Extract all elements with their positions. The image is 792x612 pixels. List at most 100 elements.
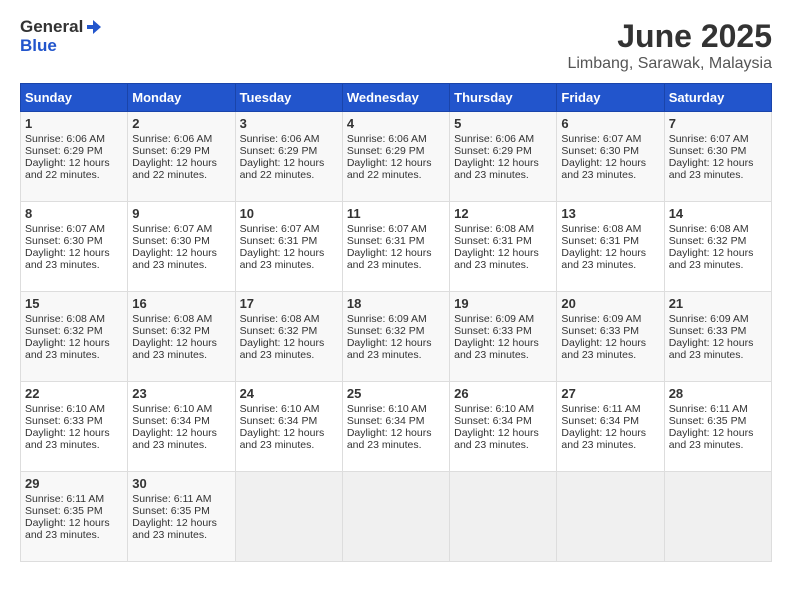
sunrise-text: Sunrise: 6:10 AM	[347, 403, 427, 415]
daylight-minutes: and 23 minutes.	[25, 439, 100, 451]
day-number: 23	[132, 386, 230, 401]
day-number: 9	[132, 206, 230, 221]
sunset-text: Sunset: 6:31 PM	[561, 235, 639, 247]
daylight-minutes: and 23 minutes.	[669, 349, 744, 361]
daylight-minutes: and 23 minutes.	[454, 349, 529, 361]
day-number: 25	[347, 386, 445, 401]
daylight-minutes: and 23 minutes.	[347, 439, 422, 451]
sunset-text: Sunset: 6:34 PM	[454, 415, 532, 427]
sunset-text: Sunset: 6:33 PM	[561, 325, 639, 337]
daylight-label: Daylight: 12 hours	[347, 337, 432, 349]
day-number: 30	[132, 476, 230, 491]
sunrise-text: Sunrise: 6:11 AM	[25, 493, 104, 505]
calendar-table: Sunday Monday Tuesday Wednesday Thursday…	[20, 83, 772, 562]
calendar-cell: 10 Sunrise: 6:07 AM Sunset: 6:31 PM Dayl…	[235, 202, 342, 292]
daylight-minutes: and 23 minutes.	[240, 439, 315, 451]
sunset-text: Sunset: 6:32 PM	[240, 325, 318, 337]
sunrise-text: Sunrise: 6:07 AM	[240, 223, 320, 235]
day-number: 24	[240, 386, 338, 401]
day-number: 15	[25, 296, 123, 311]
daylight-label: Daylight: 12 hours	[25, 337, 110, 349]
calendar-cell: 23 Sunrise: 6:10 AM Sunset: 6:34 PM Dayl…	[128, 382, 235, 472]
calendar-cell: 11 Sunrise: 6:07 AM Sunset: 6:31 PM Dayl…	[342, 202, 449, 292]
daylight-label: Daylight: 12 hours	[240, 157, 325, 169]
calendar-cell: 30 Sunrise: 6:11 AM Sunset: 6:35 PM Dayl…	[128, 472, 235, 562]
day-number: 14	[669, 206, 767, 221]
sunrise-text: Sunrise: 6:09 AM	[454, 313, 534, 325]
daylight-label: Daylight: 12 hours	[240, 427, 325, 439]
day-number: 16	[132, 296, 230, 311]
day-number: 17	[240, 296, 338, 311]
sunrise-text: Sunrise: 6:07 AM	[561, 133, 641, 145]
daylight-label: Daylight: 12 hours	[669, 337, 754, 349]
daylight-minutes: and 22 minutes.	[240, 169, 315, 181]
daylight-label: Daylight: 12 hours	[347, 247, 432, 259]
day-number: 4	[347, 116, 445, 131]
calendar-cell: 4 Sunrise: 6:06 AM Sunset: 6:29 PM Dayli…	[342, 112, 449, 202]
calendar-row: 15 Sunrise: 6:08 AM Sunset: 6:32 PM Dayl…	[21, 292, 772, 382]
daylight-minutes: and 23 minutes.	[132, 439, 207, 451]
calendar-cell: 26 Sunrise: 6:10 AM Sunset: 6:34 PM Dayl…	[450, 382, 557, 472]
calendar-cell: 12 Sunrise: 6:08 AM Sunset: 6:31 PM Dayl…	[450, 202, 557, 292]
day-number: 6	[561, 116, 659, 131]
header-row: Sunday Monday Tuesday Wednesday Thursday…	[21, 84, 772, 112]
daylight-label: Daylight: 12 hours	[561, 157, 646, 169]
daylight-label: Daylight: 12 hours	[25, 247, 110, 259]
sunrise-text: Sunrise: 6:09 AM	[669, 313, 749, 325]
calendar-cell: 24 Sunrise: 6:10 AM Sunset: 6:34 PM Dayl…	[235, 382, 342, 472]
sunrise-text: Sunrise: 6:10 AM	[240, 403, 320, 415]
calendar-cell: 20 Sunrise: 6:09 AM Sunset: 6:33 PM Dayl…	[557, 292, 664, 382]
daylight-minutes: and 23 minutes.	[25, 529, 100, 541]
daylight-label: Daylight: 12 hours	[454, 157, 539, 169]
sunset-text: Sunset: 6:35 PM	[132, 505, 210, 517]
sunrise-text: Sunrise: 6:11 AM	[561, 403, 640, 415]
sunset-text: Sunset: 6:32 PM	[132, 325, 210, 337]
col-thursday: Thursday	[450, 84, 557, 112]
day-number: 20	[561, 296, 659, 311]
sunrise-text: Sunrise: 6:08 AM	[132, 313, 212, 325]
calendar-cell: 18 Sunrise: 6:09 AM Sunset: 6:32 PM Dayl…	[342, 292, 449, 382]
daylight-label: Daylight: 12 hours	[25, 517, 110, 529]
main-title: June 2025	[567, 18, 772, 55]
sunrise-text: Sunrise: 6:08 AM	[669, 223, 749, 235]
sunset-text: Sunset: 6:33 PM	[25, 415, 103, 427]
calendar-cell: 7 Sunrise: 6:07 AM Sunset: 6:30 PM Dayli…	[664, 112, 771, 202]
day-number: 7	[669, 116, 767, 131]
daylight-label: Daylight: 12 hours	[454, 427, 539, 439]
daylight-minutes: and 23 minutes.	[240, 349, 315, 361]
day-number: 19	[454, 296, 552, 311]
sunrise-text: Sunrise: 6:06 AM	[25, 133, 105, 145]
daylight-label: Daylight: 12 hours	[454, 337, 539, 349]
col-saturday: Saturday	[664, 84, 771, 112]
daylight-minutes: and 23 minutes.	[454, 439, 529, 451]
sunrise-text: Sunrise: 6:07 AM	[347, 223, 427, 235]
sunrise-text: Sunrise: 6:06 AM	[347, 133, 427, 145]
sunrise-text: Sunrise: 6:06 AM	[454, 133, 534, 145]
daylight-label: Daylight: 12 hours	[132, 517, 217, 529]
daylight-minutes: and 23 minutes.	[454, 169, 529, 181]
daylight-label: Daylight: 12 hours	[132, 427, 217, 439]
day-number: 3	[240, 116, 338, 131]
sunrise-text: Sunrise: 6:08 AM	[561, 223, 641, 235]
sunset-text: Sunset: 6:33 PM	[454, 325, 532, 337]
daylight-minutes: and 23 minutes.	[669, 259, 744, 271]
title-area: June 2025 Limbang, Sarawak, Malaysia	[567, 18, 772, 73]
calendar-cell: 6 Sunrise: 6:07 AM Sunset: 6:30 PM Dayli…	[557, 112, 664, 202]
daylight-label: Daylight: 12 hours	[132, 247, 217, 259]
daylight-minutes: and 23 minutes.	[669, 439, 744, 451]
subtitle: Limbang, Sarawak, Malaysia	[567, 55, 772, 73]
calendar-cell: 19 Sunrise: 6:09 AM Sunset: 6:33 PM Dayl…	[450, 292, 557, 382]
daylight-minutes: and 23 minutes.	[561, 439, 636, 451]
day-number: 13	[561, 206, 659, 221]
sunset-text: Sunset: 6:29 PM	[25, 145, 103, 157]
calendar-row: 29 Sunrise: 6:11 AM Sunset: 6:35 PM Dayl…	[21, 472, 772, 562]
sunset-text: Sunset: 6:33 PM	[669, 325, 747, 337]
daylight-minutes: and 23 minutes.	[132, 349, 207, 361]
calendar-row: 8 Sunrise: 6:07 AM Sunset: 6:30 PM Dayli…	[21, 202, 772, 292]
calendar-cell: 29 Sunrise: 6:11 AM Sunset: 6:35 PM Dayl…	[21, 472, 128, 562]
daylight-minutes: and 23 minutes.	[132, 259, 207, 271]
calendar-cell: 27 Sunrise: 6:11 AM Sunset: 6:34 PM Dayl…	[557, 382, 664, 472]
day-number: 22	[25, 386, 123, 401]
day-number: 26	[454, 386, 552, 401]
daylight-minutes: and 23 minutes.	[669, 169, 744, 181]
